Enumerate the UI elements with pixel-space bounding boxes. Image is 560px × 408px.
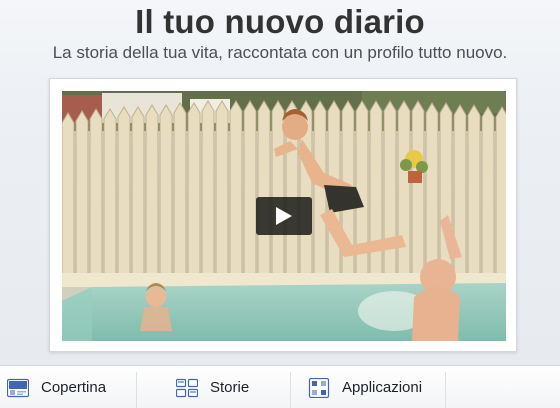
stories-icon: [176, 378, 198, 397]
cover-icon: [7, 378, 29, 397]
video-card: [49, 78, 517, 352]
tab-storie-label: Storie: [210, 379, 250, 396]
play-button[interactable]: [256, 197, 312, 235]
profile-tab-bar: Copertina Storie Applicazioni: [0, 365, 560, 408]
tab-divider: [136, 372, 137, 408]
tab-copertina[interactable]: Copertina: [7, 366, 106, 408]
tab-divider: [290, 372, 291, 408]
tab-storie[interactable]: Storie: [176, 366, 249, 408]
page-title: Il tuo nuovo diario: [135, 3, 425, 40]
apps-icon: [308, 377, 330, 398]
video-player[interactable]: [62, 91, 506, 341]
tab-copertina-label: Copertina: [41, 379, 107, 396]
tab-divider: [445, 372, 446, 408]
tab-applicazioni[interactable]: Applicazioni: [308, 366, 422, 408]
play-icon: [276, 207, 292, 225]
page-subtitle: La storia della tua vita, raccontata con…: [52, 43, 508, 62]
tab-applicazioni-label: Applicazioni: [342, 379, 423, 396]
